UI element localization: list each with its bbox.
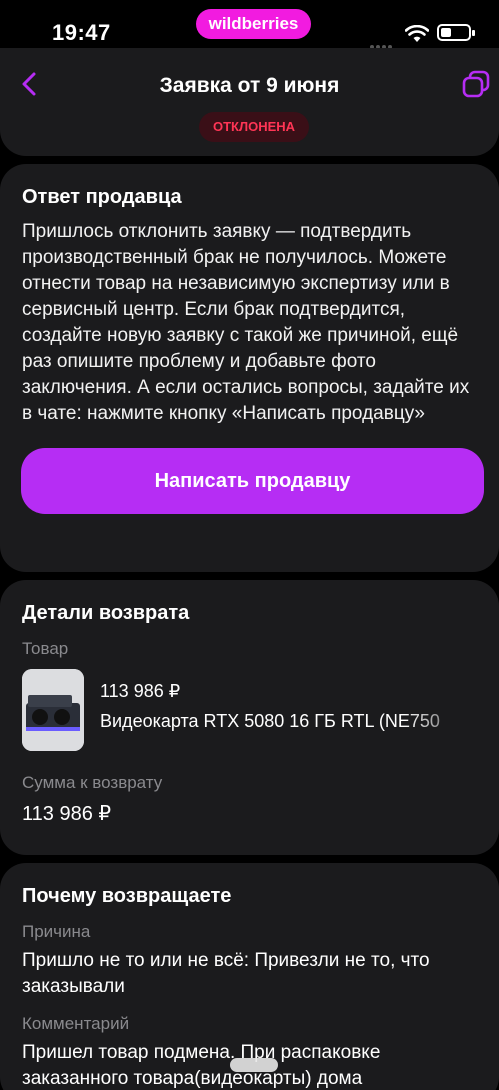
product-price: 113 986 ₽	[100, 681, 181, 701]
write-seller-button[interactable]: Написать продавцу	[21, 448, 484, 514]
return-reason-card: Почему возвращаете Причина Пришло не то …	[0, 863, 499, 1090]
return-details-card: Детали возврата Товар 113 986 ₽ Видеокар…	[0, 580, 499, 855]
refund-label: Сумма к возврату	[22, 773, 163, 792]
return-reason-heading: Почему возвращаете	[22, 885, 232, 907]
seller-reply-text: Пришлось отклонить заявку — подтвердить …	[22, 221, 470, 424]
reason-text: Пришло не то или не всё: Привезли не то,…	[22, 950, 430, 997]
refund-amount: 113 986 ₽	[22, 803, 112, 825]
product-item[interactable]: 113 986 ₽ Видеокарта RTX 5080 16 ГБ RTL …	[22, 669, 477, 759]
return-details-heading: Детали возврата	[22, 602, 190, 624]
comment-label: Комментарий	[22, 1014, 130, 1033]
status-badge: ОТКЛОНЕНА	[199, 112, 309, 142]
product-name: Видеокарта RTX 5080 16 ГБ RTL (NE750	[100, 711, 440, 731]
product-label: Товар	[22, 639, 69, 658]
copy-icon[interactable]	[460, 68, 492, 100]
seller-reply-card: Ответ продавца Пришлось отклонить заявку…	[0, 164, 499, 572]
wildberries-badge: wildberries	[196, 9, 311, 39]
reason-label: Причина	[22, 922, 91, 941]
page-title: Заявка от 9 июня	[159, 74, 340, 97]
battery-icon	[437, 24, 475, 41]
status-time: 19:47	[52, 20, 111, 45]
home-indicator	[230, 1058, 278, 1072]
wifi-icon	[404, 24, 430, 48]
seller-reply-heading: Ответ продавца	[22, 186, 182, 208]
product-image	[22, 669, 84, 751]
page-header: Заявка от 9 июня ОТКЛОНЕНА	[0, 48, 499, 156]
